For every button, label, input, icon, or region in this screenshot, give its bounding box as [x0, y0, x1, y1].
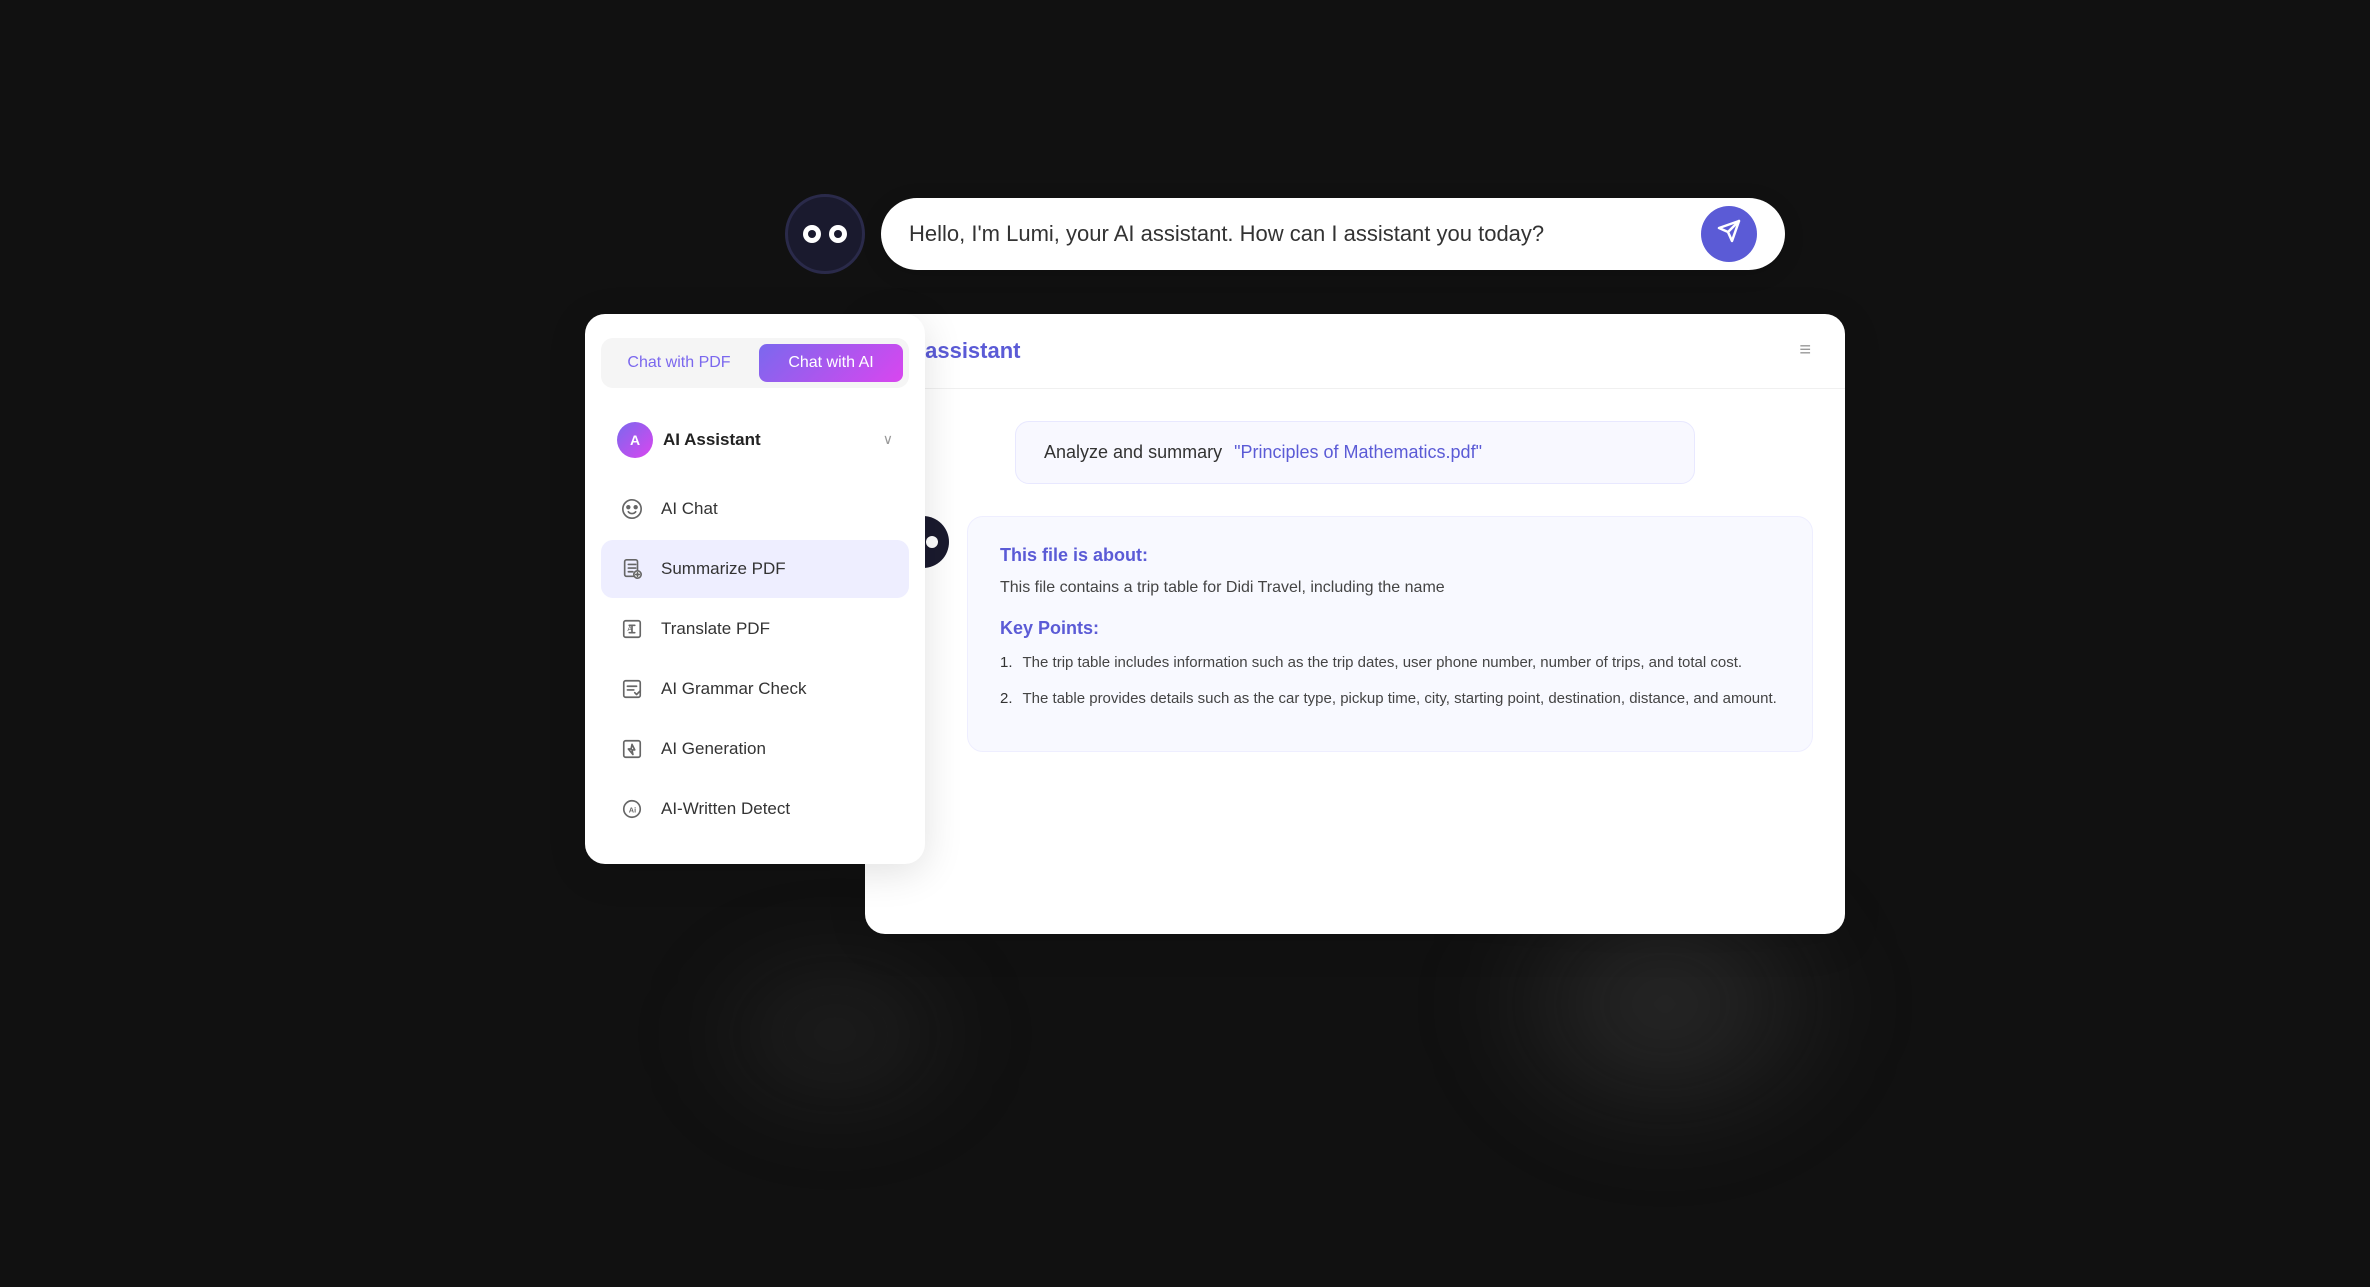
grammar-check-icon: [617, 674, 647, 704]
analyze-prefix: Analyze and summary: [1044, 442, 1222, 463]
key-point-2-text: The table provides details such as the c…: [1023, 687, 1777, 711]
ai-assistant-header[interactable]: A AI Assistant ∨: [601, 412, 909, 468]
menu-dots-icon[interactable]: ≡: [1799, 339, 1813, 362]
sidebar-item-grammar-check[interactable]: AI Grammar Check: [601, 660, 909, 718]
ai-chat-label: AI Chat: [661, 499, 718, 519]
response-card: This file is about: This file contains a…: [967, 516, 1813, 752]
tab-chat-ai[interactable]: Chat with AI: [759, 344, 903, 382]
key-points-title: Key Points:: [1000, 618, 1780, 639]
main-panel: AI assistant ≡ Analyze and summary "Prin…: [865, 314, 1845, 934]
bot-avatar-top: [785, 194, 865, 274]
analyze-file: "Principles of Mathematics.pdf": [1234, 442, 1482, 463]
sidebar-item-summarize-pdf[interactable]: Summarize PDF: [601, 540, 909, 598]
ai-avatar-small: A: [617, 422, 653, 458]
bot-eye-response-right: [926, 536, 938, 548]
translate-pdf-label: Translate PDF: [661, 619, 770, 639]
bot-eyes-top: [803, 225, 847, 243]
ai-written-detect-icon: Ai: [617, 794, 647, 824]
tab-chat-pdf[interactable]: Chat with PDF: [607, 344, 751, 382]
key-points-list: 1. The trip table includes information s…: [1000, 651, 1780, 711]
chevron-down-icon: ∨: [883, 431, 893, 448]
sidebar: Chat with PDF Chat with AI A AI Assistan…: [585, 314, 925, 864]
key-point-1: 1. The trip table includes information s…: [1000, 651, 1780, 675]
svg-text:Ai: Ai: [629, 805, 636, 814]
tab-bar: Chat with PDF Chat with AI: [601, 338, 909, 388]
ai-chat-icon: [617, 494, 647, 524]
response-about-title: This file is about:: [1000, 545, 1780, 566]
key-point-2: 2. The table provides details such as th…: [1000, 687, 1780, 711]
response-about-text: This file contains a trip table for Didi…: [1000, 576, 1780, 600]
ai-generation-icon: [617, 734, 647, 764]
chat-input-text: Hello, I'm Lumi, your AI assistant. How …: [909, 221, 1544, 247]
send-icon: [1717, 219, 1741, 249]
sidebar-item-ai-chat[interactable]: AI Chat: [601, 480, 909, 538]
sidebar-item-ai-generation[interactable]: AI Generation: [601, 720, 909, 778]
svg-text:A: A: [627, 623, 632, 632]
analyze-bar: Analyze and summary "Principles of Mathe…: [1015, 421, 1695, 484]
sidebar-item-ai-written-detect[interactable]: Ai AI-Written Detect: [601, 780, 909, 838]
panel-body: Analyze and summary "Principles of Mathe…: [865, 389, 1845, 784]
bot-pupil-left: [808, 230, 816, 238]
grammar-check-label: AI Grammar Check: [661, 679, 806, 699]
chat-input-bar[interactable]: Hello, I'm Lumi, your AI assistant. How …: [881, 198, 1785, 270]
ai-written-detect-label: AI-Written Detect: [661, 799, 790, 819]
top-chat-bar: Hello, I'm Lumi, your AI assistant. How …: [785, 194, 1785, 274]
translate-pdf-icon: A: [617, 614, 647, 644]
bot-eye-left: [803, 225, 821, 243]
send-button[interactable]: [1701, 206, 1757, 262]
bot-pupil-right: [834, 230, 842, 238]
ai-response-row: This file is about: This file contains a…: [897, 516, 1813, 752]
ai-generation-label: AI Generation: [661, 739, 766, 759]
summarize-pdf-icon: [617, 554, 647, 584]
summarize-pdf-label: Summarize PDF: [661, 559, 786, 579]
key-point-1-text: The trip table includes information such…: [1023, 651, 1743, 675]
bot-eye-right: [829, 225, 847, 243]
panel-header: AI assistant ≡: [865, 314, 1845, 389]
sidebar-item-translate-pdf[interactable]: A Translate PDF: [601, 600, 909, 658]
ai-assistant-name: AI Assistant: [663, 430, 873, 450]
